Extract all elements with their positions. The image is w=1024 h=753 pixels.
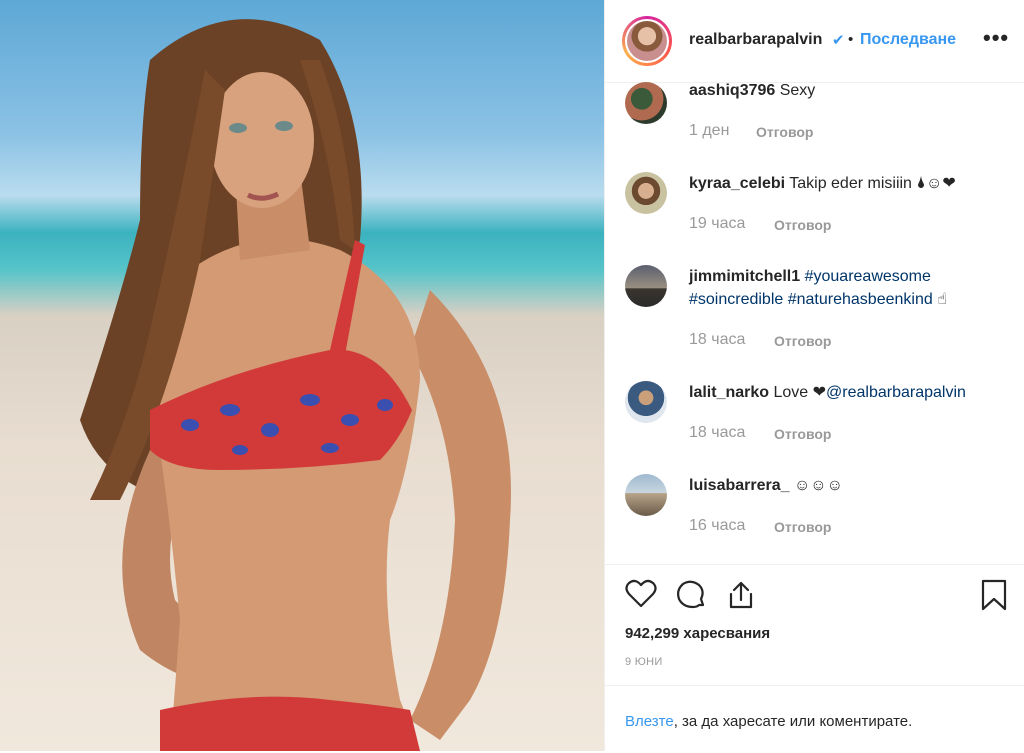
comment-text: lalit_narko Love ❤@realbarbarapalvin	[689, 381, 1009, 404]
reply-button[interactable]: Отговор	[774, 426, 831, 442]
comment-time[interactable]: 18 часа	[689, 331, 745, 349]
separator-dot: •	[848, 31, 854, 48]
reply-button[interactable]: Отговор	[774, 333, 831, 349]
mention-link[interactable]: @realbarbarapalvin	[826, 384, 966, 401]
bookmark-icon[interactable]	[980, 579, 1008, 616]
comment-body: ☺☺☺	[793, 477, 843, 494]
commenter-avatar[interactable]	[625, 474, 667, 516]
hashtag-link[interactable]: #naturehasbeenkind	[788, 291, 933, 308]
post-side-panel: realbarbarapalvin ✔ • Последване ••• aas…	[604, 0, 1024, 751]
comment-body: Sexy	[779, 82, 816, 99]
commenter-username[interactable]: jimmimitchell1	[689, 268, 800, 285]
reply-button[interactable]: Отговор	[756, 124, 813, 140]
commenter-username[interactable]: lalit_narko	[689, 384, 769, 401]
login-prompt: Влезте, за да харесате или коментирате.	[605, 685, 1024, 753]
author-avatar[interactable]	[622, 16, 672, 66]
comments-list[interactable]: aashiq3796 Sexy 1 ден Отговор kyraa_cele…	[605, 82, 1024, 564]
login-text: Влезте, за да харесате или коментирате.	[625, 713, 912, 730]
commenter-username[interactable]: luisabarrera_	[689, 477, 790, 494]
commenter-avatar[interactable]	[625, 172, 667, 214]
commenter-username[interactable]: kyraa_celebi	[689, 175, 785, 192]
comment-time[interactable]: 18 часа	[689, 424, 745, 442]
post-actions: 942,299 харесвания 9 ЮНИ Влезте, за да х…	[605, 564, 1024, 752]
reply-button[interactable]: Отговор	[774, 519, 831, 535]
comment-emoji: ☝	[937, 291, 947, 308]
comment-icon[interactable]	[675, 579, 707, 616]
hashtag-link[interactable]: #soincredible	[689, 291, 783, 308]
comment-body: Takip eder misiiin 🌢☺❤	[789, 175, 956, 192]
comment-text: luisabarrera_ ☺☺☺	[689, 474, 1009, 497]
comment-text: kyraa_celebi Takip eder misiiin 🌢☺❤	[689, 172, 1009, 195]
commenter-avatar[interactable]	[625, 381, 667, 423]
heart-icon[interactable]	[625, 579, 657, 614]
commenter-avatar[interactable]	[625, 82, 667, 124]
post-header: realbarbarapalvin ✔ • Последване •••	[605, 0, 1024, 83]
comment-body: Love ❤	[773, 384, 827, 401]
comment-text: jimmimitchell1 #youareawesome #soincredi…	[689, 265, 1009, 311]
follow-button[interactable]: Последване	[860, 31, 956, 49]
author-username[interactable]: realbarbarapalvin	[689, 31, 822, 49]
login-link[interactable]: Влезте	[625, 713, 674, 730]
hashtag-link[interactable]: #youareawesome	[805, 268, 931, 285]
comment-time[interactable]: 1 ден	[689, 122, 729, 140]
post-date[interactable]: 9 ЮНИ	[625, 656, 663, 668]
commenter-username[interactable]: aashiq3796	[689, 82, 775, 99]
comment-time[interactable]: 16 часа	[689, 517, 745, 535]
comment-text: aashiq3796 Sexy	[689, 82, 1009, 102]
likes-count[interactable]: 942,299 харесвания	[625, 625, 770, 642]
login-rest: , за да харесате или коментирате.	[673, 713, 913, 730]
verified-badge-icon: ✔	[832, 32, 845, 49]
post-photo[interactable]	[0, 0, 604, 751]
more-options-icon[interactable]: •••	[983, 25, 1009, 51]
photo-illustration	[80, 19, 511, 751]
share-icon[interactable]	[725, 579, 757, 616]
comment-time[interactable]: 19 часа	[689, 215, 745, 233]
reply-button[interactable]: Отговор	[774, 217, 831, 233]
commenter-avatar[interactable]	[625, 265, 667, 307]
